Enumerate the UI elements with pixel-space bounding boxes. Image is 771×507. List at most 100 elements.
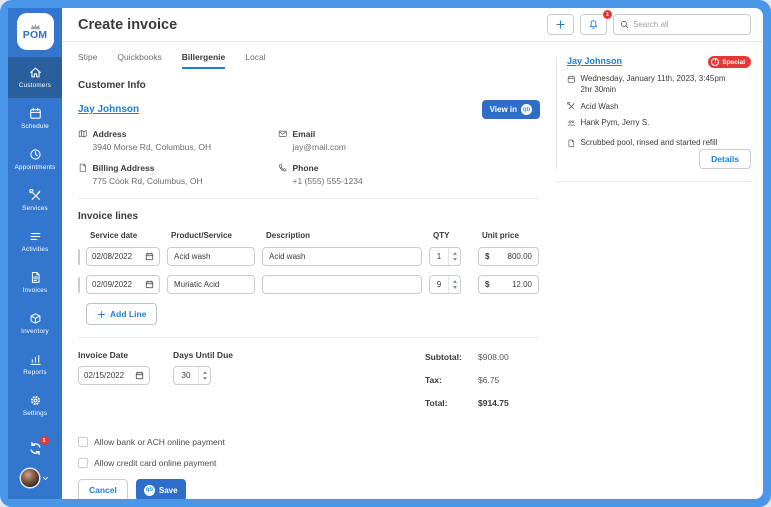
tab-local[interactable]: Local: [245, 52, 265, 69]
customer-name-link[interactable]: Jay Johnson: [78, 104, 139, 115]
product-input[interactable]: [174, 252, 248, 261]
special-badge: ! Special: [708, 56, 751, 68]
currency-symbol: $: [485, 280, 489, 289]
field-value: 3940 Morse Rd, Columbus, OH: [93, 142, 279, 152]
subtotal-row: Subtotal: $908.00: [425, 352, 540, 362]
service-date-input[interactable]: [92, 252, 142, 261]
description-input[interactable]: [269, 280, 415, 289]
sidebar-item-schedule[interactable]: Schedule: [8, 98, 62, 139]
sidebar-item-label: Activities: [22, 246, 49, 253]
spinner-down-icon[interactable]: [453, 258, 457, 261]
sidebar-item-reports[interactable]: Reports: [8, 344, 62, 385]
spinner-down-icon[interactable]: [203, 377, 207, 380]
sync-badge: 1: [40, 436, 49, 445]
description-input[interactable]: [269, 252, 415, 261]
divider: [78, 337, 540, 338]
drag-handle[interactable]: [78, 277, 86, 293]
sidebar-item-appointments[interactable]: Appointments: [8, 139, 62, 180]
payment-option-row: Allow bank or ACH online payment: [78, 437, 540, 447]
add-button[interactable]: [547, 14, 574, 35]
tab-quickbooks[interactable]: Quickbooks: [117, 52, 161, 69]
spinner-up-icon[interactable]: [453, 252, 457, 255]
tab-stipe[interactable]: Stipe: [78, 52, 97, 69]
calendar-icon: [567, 75, 576, 84]
sidebar-item-label: Schedule: [21, 123, 49, 130]
sidebar-item-services[interactable]: Services: [8, 180, 62, 221]
field-label: Phone: [293, 163, 319, 173]
plus-icon: [97, 310, 106, 319]
appointment-note: Scrubbed pool, rinsed and started refill: [581, 138, 718, 149]
logo-text: POM: [23, 29, 48, 41]
map-icon: [78, 129, 88, 139]
add-line-button[interactable]: Add Line: [86, 303, 157, 325]
form-actions: Cancel qb Save: [78, 479, 540, 499]
calendar-icon[interactable]: [145, 280, 154, 289]
info-field-email: Email jay@mail.com: [278, 129, 528, 152]
sidebar-nav: Customers Schedule Appointments Services…: [8, 57, 62, 426]
spinner-down-icon[interactable]: [453, 286, 457, 289]
sidebar-item-settings[interactable]: Settings: [8, 385, 62, 426]
sidebar-item-label: Customers: [19, 82, 51, 89]
tax-value: $6.75: [478, 375, 499, 385]
spinner-up-icon[interactable]: [203, 371, 207, 374]
qty-spinner[interactable]: [448, 248, 460, 265]
note-icon: [567, 139, 576, 148]
sidebar-item-invoices[interactable]: Invoices: [8, 262, 62, 303]
tab-billergenie[interactable]: Billergenie: [182, 52, 225, 69]
invoice-lines-header: Service date Product/Service Description…: [78, 231, 540, 240]
calendar-icon[interactable]: [145, 252, 154, 261]
field-value: +1 (555) 555-1234: [293, 176, 529, 186]
qty-input[interactable]: [430, 252, 448, 261]
credit-card-payment-checkbox[interactable]: [78, 458, 88, 468]
bar-chart-icon: [29, 353, 42, 366]
list-icon: [29, 230, 42, 243]
user-menu[interactable]: [21, 469, 49, 487]
appointment-service: Acid Wash: [581, 102, 619, 113]
add-line-label: Add Line: [110, 309, 146, 319]
ach-payment-label: Allow bank or ACH online payment: [94, 437, 225, 447]
customer-info-heading: Customer Info: [78, 80, 540, 91]
notifications-button[interactable]: 1: [580, 14, 607, 35]
invoice-date-input[interactable]: [84, 371, 132, 380]
view-in-quickbooks-button[interactable]: View in qb: [482, 100, 540, 119]
qty-input[interactable]: [430, 280, 448, 289]
days-until-due-label: Days Until Due: [173, 350, 233, 360]
details-button[interactable]: Details: [699, 149, 751, 169]
unit-price-input[interactable]: [492, 280, 532, 289]
home-icon: [29, 66, 42, 79]
payment-options: Allow bank or ACH online payment Allow c…: [78, 437, 540, 468]
total-label: Total:: [425, 398, 478, 408]
ach-payment-checkbox[interactable]: [78, 437, 88, 447]
save-label: Save: [159, 486, 178, 495]
sync-button[interactable]: 1: [28, 441, 43, 456]
search-input[interactable]: [633, 20, 744, 29]
col-product-service: Product/Service: [167, 231, 255, 240]
field-value: 775 Cook Rd, Columbus, OH: [93, 176, 279, 186]
app-logo[interactable]: POM: [17, 13, 54, 50]
qty-stepper: [429, 247, 461, 266]
info-field-billing-address: Billing Address 775 Cook Rd, Columbus, O…: [78, 163, 278, 186]
sidebar-item-customers[interactable]: Customers: [8, 57, 62, 98]
days-until-due-input[interactable]: [174, 371, 198, 380]
spinner-up-icon[interactable]: [453, 280, 457, 283]
appointment-customer-link[interactable]: Jay Johnson: [567, 56, 622, 66]
info-field-address: Address 3940 Morse Rd, Columbus, OH: [78, 129, 278, 152]
gear-icon: [29, 394, 42, 407]
unit-price-input[interactable]: [492, 252, 532, 261]
phone-icon: [278, 163, 288, 173]
calendar-icon[interactable]: [135, 371, 144, 380]
service-date-input[interactable]: [92, 280, 142, 289]
qty-spinner[interactable]: [448, 276, 460, 293]
search-icon: [620, 20, 629, 29]
sidebar-item-label: Appointments: [15, 164, 56, 171]
cancel-button[interactable]: Cancel: [78, 479, 128, 499]
invoice-date-group: Invoice Date: [78, 350, 150, 421]
envelope-icon: [278, 129, 288, 139]
drag-handle[interactable]: [78, 249, 86, 265]
sidebar-item-inventory[interactable]: Inventory: [8, 303, 62, 344]
sidebar-item-activities[interactable]: Activities: [8, 221, 62, 262]
days-spinner[interactable]: [198, 367, 210, 384]
product-input[interactable]: [174, 280, 248, 289]
page-title: Create invoice: [78, 17, 177, 33]
save-button[interactable]: qb Save: [136, 479, 186, 499]
